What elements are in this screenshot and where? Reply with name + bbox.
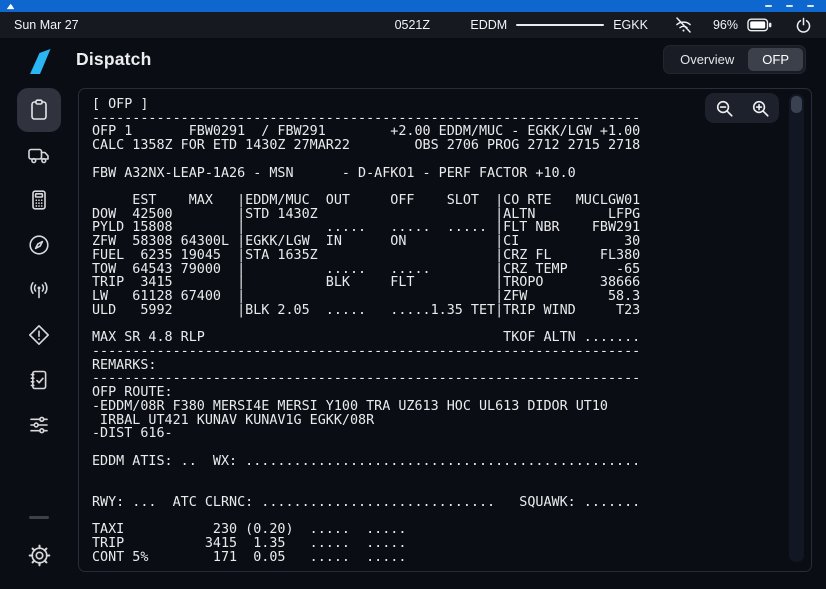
statusbar: Sun Mar 27 0521Z EDDM EGKK 96% xyxy=(0,12,826,38)
truck-icon xyxy=(27,143,51,167)
page-title: Dispatch xyxy=(76,49,152,70)
scrollbar-track[interactable] xyxy=(789,94,804,562)
tab-ofp[interactable]: OFP xyxy=(748,48,803,71)
calculator-icon xyxy=(27,188,51,212)
compass-icon xyxy=(27,233,51,257)
view-switcher: Overview OFP xyxy=(663,45,806,74)
broadcast-antenna-icon xyxy=(27,278,51,302)
window-titlebar xyxy=(0,0,826,12)
sidebar-item-settings[interactable] xyxy=(17,533,61,577)
tab-overview[interactable]: Overview xyxy=(666,48,748,71)
gear-icon xyxy=(27,543,52,568)
sidebar-item-atc[interactable] xyxy=(17,268,61,312)
sidebar-divider xyxy=(29,516,49,519)
zoom-controls xyxy=(705,93,779,123)
zoom-out-button[interactable] xyxy=(712,96,736,120)
sidebar-item-settings-sliders[interactable] xyxy=(17,403,61,447)
sidebar-item-failures[interactable] xyxy=(17,313,61,357)
page-header: Dispatch Overview OFP xyxy=(0,38,826,80)
battery-percent: 96% xyxy=(713,18,738,32)
clipboard-icon xyxy=(27,98,51,122)
scrollbar-thumb[interactable] xyxy=(791,96,802,113)
checklist-icon xyxy=(27,368,51,392)
hazard-diamond-icon xyxy=(27,323,51,347)
sliders-icon xyxy=(27,413,51,437)
ofp-panel: [ OFP ] --------------------------------… xyxy=(78,88,812,572)
airline-tail-logo xyxy=(27,48,53,75)
sidebar-item-checklists[interactable] xyxy=(17,358,61,402)
power-button[interactable] xyxy=(795,17,812,34)
route-origin: EDDM xyxy=(470,18,507,32)
battery-icon xyxy=(747,18,772,32)
zoom-in-button[interactable] xyxy=(748,96,772,120)
window-controls[interactable] xyxy=(765,5,814,7)
statusbar-flight-route: EDDM EGKK xyxy=(470,18,648,32)
wifi-off-icon[interactable] xyxy=(673,16,694,34)
zoom-in-icon xyxy=(750,98,771,119)
sidebar-item-navigation[interactable] xyxy=(17,223,61,267)
route-progress-line xyxy=(516,24,604,26)
sidebar-item-performance[interactable] xyxy=(17,178,61,222)
sidebar xyxy=(0,80,78,589)
sidebar-item-dispatch[interactable] xyxy=(17,88,61,132)
zoom-out-icon xyxy=(714,98,735,119)
sidebar-item-ground[interactable] xyxy=(17,133,61,177)
main-content: [ OFP ] --------------------------------… xyxy=(78,80,826,589)
statusbar-utc-time: 0521Z xyxy=(395,18,430,32)
route-destination: EGKK xyxy=(613,18,648,32)
statusbar-date: Sun Mar 27 xyxy=(14,18,79,32)
app-window-icon xyxy=(6,3,15,10)
ofp-text: [ OFP ] --------------------------------… xyxy=(92,98,640,564)
